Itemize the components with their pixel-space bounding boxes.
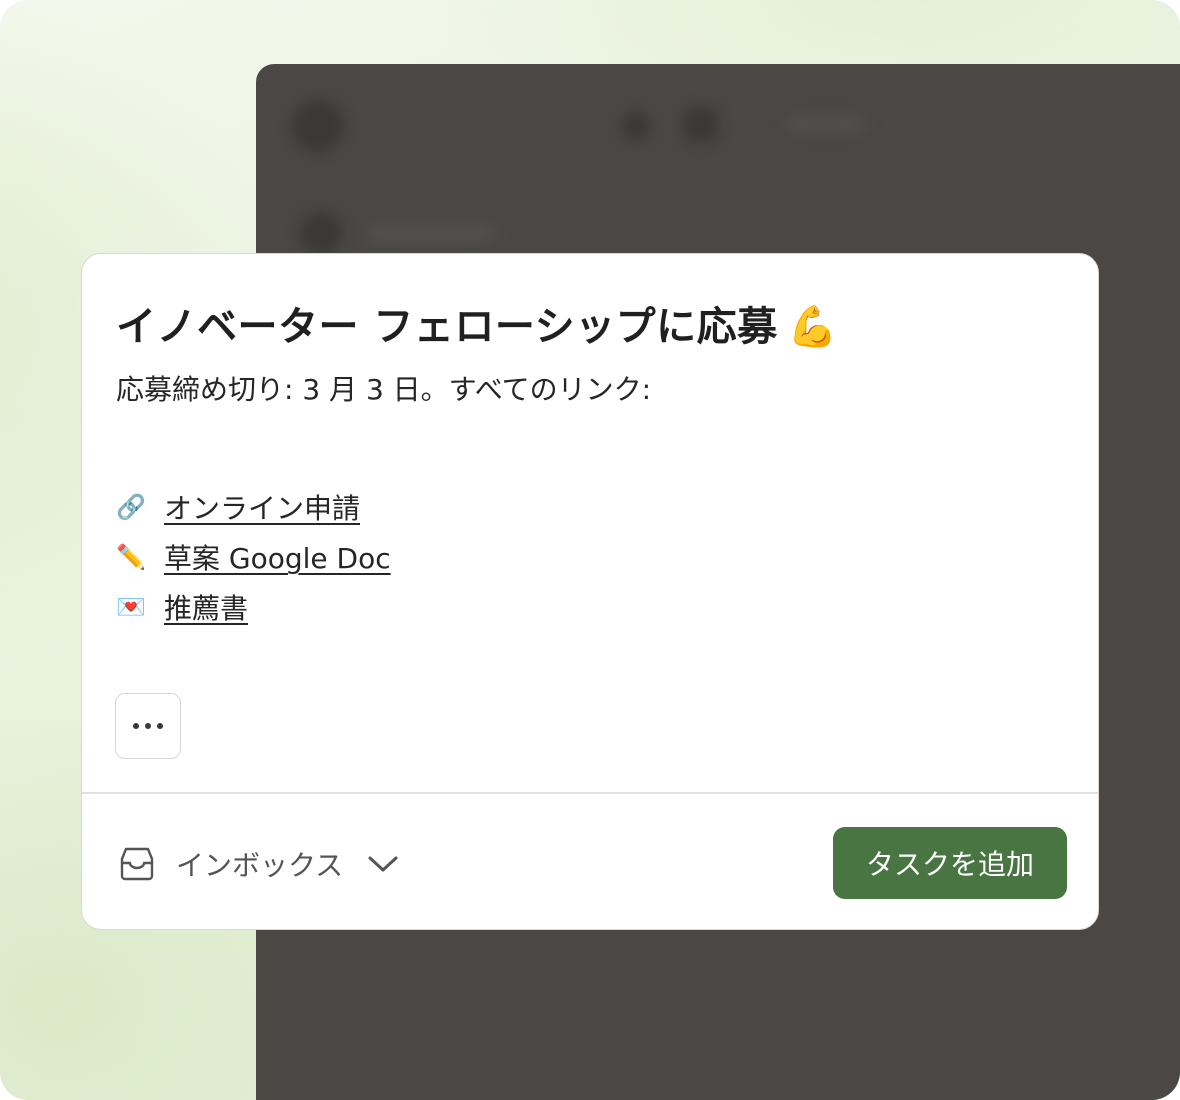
blurred-icon [622,112,650,140]
more-options-button[interactable] [115,693,181,759]
chevron-down-icon [367,854,399,874]
add-task-button[interactable]: タスクを追加 [833,827,1067,899]
link-item-recommendation: 💌 推薦書 [116,582,391,632]
task-title[interactable]: イノベーター フェローシップに応募 💪 [116,294,838,352]
link-item-draft-doc: ✏️ 草案 Google Doc [116,532,391,582]
blurred-avatar [300,212,342,254]
project-selector[interactable]: インボックス [118,839,399,889]
link-item-online-application: 🔗 オンライン申請 [116,482,391,532]
task-links-list: 🔗 オンライン申請 ✏️ 草案 Google Doc 💌 推薦書 [116,482,391,632]
task-title-text[interactable]: イノベーター フェローシップに応募 [116,304,778,350]
background-frame: イノベーター フェローシップに応募 💪 応募締め切り: 3 月 3 日。すべてのリ… [0,0,1180,1100]
ellipsis-icon [133,723,163,729]
quick-add-task-card: イノベーター フェローシップに応募 💪 応募締め切り: 3 月 3 日。すべてのリ… [81,253,1099,930]
task-description[interactable]: 応募締め切り: 3 月 3 日。すべてのリンク: [116,368,651,408]
recommendation-letter-link[interactable]: 推薦書 [164,587,248,627]
inbox-icon [120,847,154,881]
blurred-text [786,116,866,132]
blurred-text [366,224,496,242]
draft-google-doc-link[interactable]: 草案 Google Doc [164,537,391,577]
flexed-biceps-icon: 💪 [787,304,838,350]
pencil-icon: ✏️ [116,543,146,571]
blurred-avatar [292,100,344,152]
footer-divider [82,792,1098,794]
project-label: インボックス [176,849,344,882]
chain-link-icon: 🔗 [116,493,146,521]
blurred-icon [684,108,718,142]
love-letter-icon: 💌 [116,593,146,621]
online-application-link[interactable]: オンライン申請 [164,487,360,527]
